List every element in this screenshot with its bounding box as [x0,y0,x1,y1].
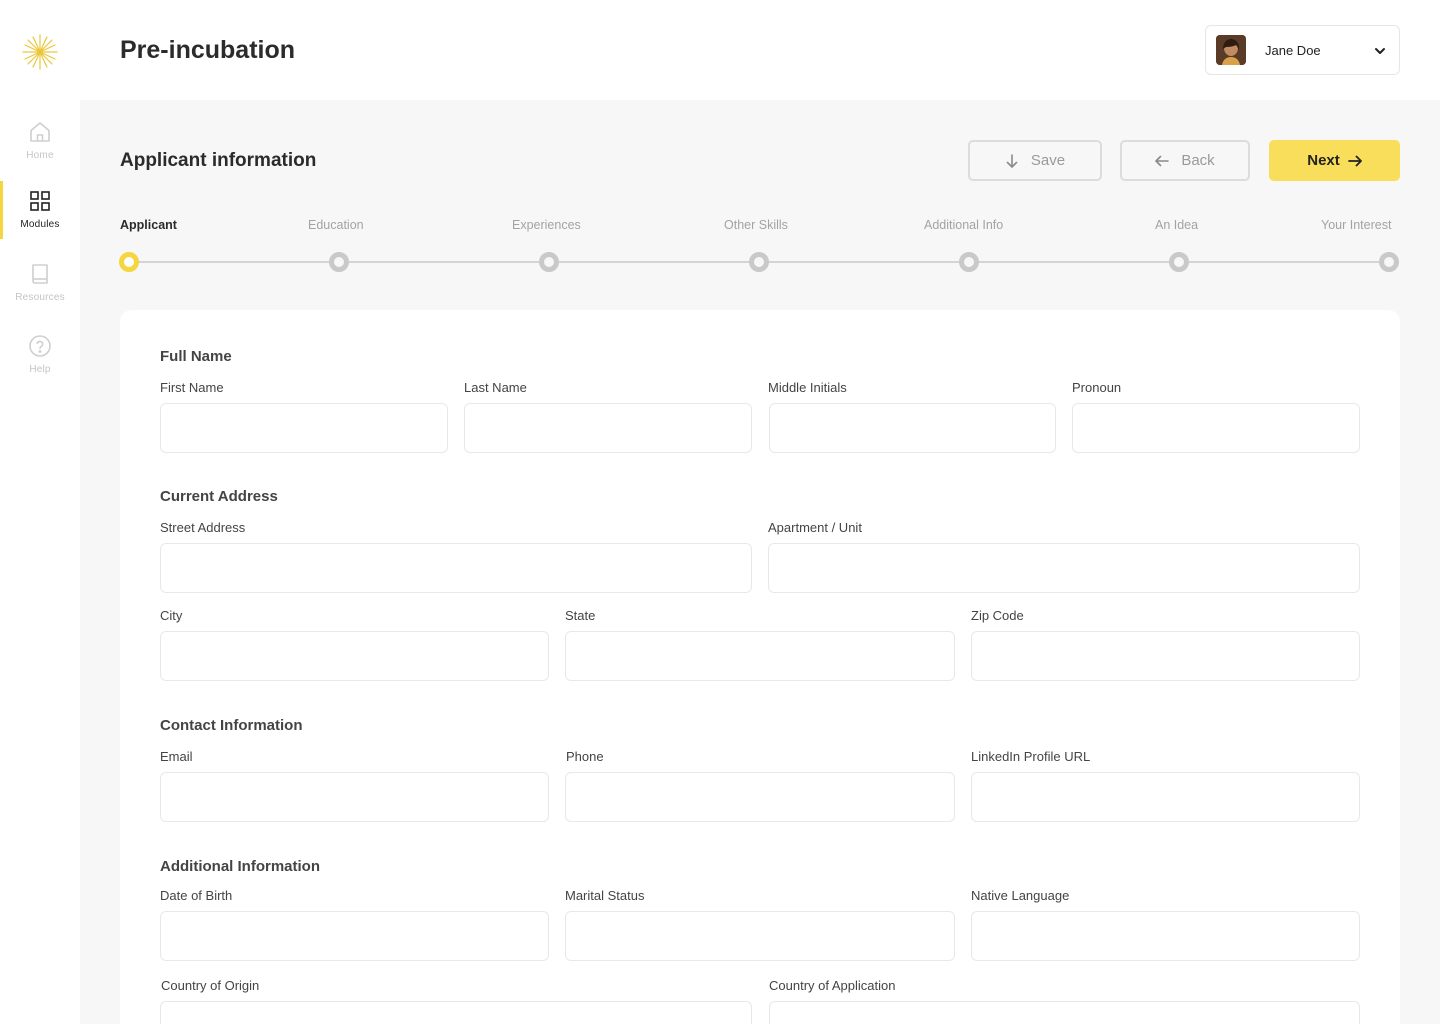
sidebar-item-label: Home [26,150,54,161]
arrow-down-icon [1006,153,1018,168]
last-name-input[interactable] [464,403,752,453]
city-input[interactable] [160,631,549,681]
sidebar-item-help[interactable]: Help [0,326,80,384]
sidebar: Home Modules Resources Help [0,0,80,1024]
user-name: Jane Doe [1265,42,1321,58]
apartment-input[interactable] [768,543,1360,593]
pronoun-label: Pronoun [1072,380,1122,395]
street-address-input[interactable] [160,543,752,593]
additional-information-heading: Additional Information [160,858,320,875]
save-button[interactable]: Save [968,140,1102,181]
linkedin-label: LinkedIn Profile URL [971,749,1091,764]
arrow-left-icon [1155,155,1170,166]
step-dot-other-skills[interactable] [749,252,769,272]
back-label: Back [1181,152,1215,169]
city-label: City [160,608,183,623]
first-name-label: First Name [160,380,224,395]
step-dot-experiences[interactable] [539,252,559,272]
chevron-down-icon [1375,48,1385,54]
zip-code-input[interactable] [971,631,1360,681]
avatar [1216,35,1246,65]
sun-logo-icon [22,34,58,70]
date-of-birth-label: Date of Birth [160,888,233,903]
sidebar-item-modules[interactable]: Modules [0,181,80,239]
last-name-label: Last Name [464,380,527,395]
next-button[interactable]: Next [1269,140,1400,181]
sidebar-item-home[interactable]: Home [0,112,80,170]
state-label: State [565,608,596,623]
country-of-origin-label: Country of Origin [161,978,260,993]
date-of-birth-input[interactable] [160,911,549,961]
next-label: Next [1307,152,1340,169]
native-language-input[interactable] [971,911,1360,961]
book-icon [32,264,48,284]
middle-initials-label: Middle Initials [768,380,847,395]
section-title: Applicant information [120,150,317,171]
step-dot-additional-info[interactable] [959,252,979,272]
help-icon [29,335,51,357]
email-label: Email [160,749,193,764]
middle-initials-input[interactable] [769,403,1056,453]
step-your-interest[interactable]: Your Interest [1321,218,1391,232]
page-title: Pre-incubation [120,36,296,64]
step-other-skills[interactable]: Other Skills [724,218,788,232]
arrow-right-icon [1347,155,1362,166]
apartment-label: Apartment / Unit [768,520,862,535]
pronoun-input[interactable] [1072,403,1360,453]
street-address-label: Street Address [160,520,246,535]
country-of-application-input[interactable] [769,1001,1360,1024]
step-dot-applicant[interactable] [119,252,139,272]
sidebar-item-label: Resources [15,292,65,303]
applicant-form: Full Name First Name Last Name Middle In… [120,310,1400,1024]
header: Pre-incubation Jane Doe [80,0,1440,100]
progress-stepper: Applicant Education Experiences Other Sk… [119,218,1400,278]
sidebar-item-resources[interactable]: Resources [0,254,80,312]
current-address-heading: Current Address [160,488,278,505]
sidebar-item-label: Help [29,364,51,375]
contact-information-heading: Contact Information [160,717,303,734]
sidebar-item-label: Modules [20,219,60,230]
save-label: Save [1030,152,1066,169]
home-icon [30,122,50,142]
step-education[interactable]: Education [308,218,364,232]
step-additional-info[interactable]: Additional Info [924,218,1003,232]
marital-status-label: Marital Status [565,888,645,903]
country-of-origin-input[interactable] [160,1001,752,1024]
full-name-heading: Full Name [160,348,232,365]
phone-label: Phone [566,749,604,764]
native-language-label: Native Language [971,888,1070,903]
state-input[interactable] [565,631,955,681]
phone-input[interactable] [565,772,955,822]
step-dot-your-interest[interactable] [1379,252,1399,272]
user-avatar-icon [1216,35,1246,65]
step-experiences[interactable]: Experiences [512,218,581,232]
email-input[interactable] [160,772,549,822]
user-menu[interactable]: Jane Doe [1205,25,1400,75]
grid-icon [30,191,50,211]
step-an-idea[interactable]: An Idea [1155,218,1198,232]
first-name-input[interactable] [160,403,448,453]
step-dot-education[interactable] [329,252,349,272]
linkedin-input[interactable] [971,772,1360,822]
marital-status-input[interactable] [565,911,955,961]
step-applicant[interactable]: Applicant [120,218,177,232]
back-button[interactable]: Back [1120,140,1250,181]
country-of-application-label: Country of Application [769,978,896,993]
step-dot-an-idea[interactable] [1169,252,1189,272]
zip-code-label: Zip Code [971,608,1024,623]
